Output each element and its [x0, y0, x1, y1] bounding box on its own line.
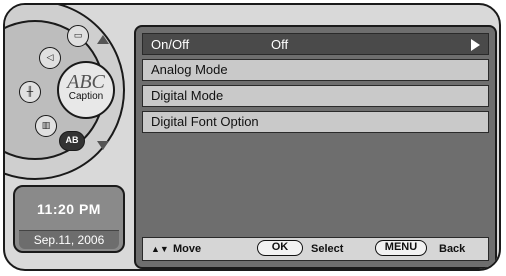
ab-badge[interactable]: AB [59, 131, 85, 151]
menu-item-digital-mode[interactable]: Digital Mode [142, 85, 489, 107]
chevron-right-icon [471, 39, 480, 51]
onoff-row[interactable]: On/Off Off [142, 33, 489, 55]
caption-knob[interactable]: ABC Caption [57, 61, 115, 119]
move-arrows-icon: ▲▼ [151, 244, 169, 254]
menu-key[interactable]: MENU [375, 240, 427, 256]
tv-osd-frame: ▭ ◁ ╫ ▥ ABC Caption AB 11:20 PM Sep.11, … [3, 3, 501, 271]
clock-time: 11:20 PM [37, 201, 101, 217]
clock-panel: 11:20 PM Sep.11, 2006 [13, 185, 125, 253]
menu-item-analog-mode[interactable]: Analog Mode [142, 59, 489, 81]
menu-icon[interactable]: ▭ [67, 25, 89, 47]
caption-abc-glyph: ABC [67, 71, 105, 93]
menu-item-digital-font-option[interactable]: Digital Font Option [142, 111, 489, 133]
picture-icon[interactable]: ▥ [35, 115, 57, 137]
menu-dial: ▭ ◁ ╫ ▥ ABC Caption AB [5, 5, 130, 180]
move-label: Move [173, 243, 202, 255]
ok-key[interactable]: OK [257, 240, 303, 256]
equalizer-icon[interactable]: ╫ [19, 81, 41, 103]
scroll-up-icon[interactable] [97, 35, 109, 44]
select-label: Select [311, 243, 344, 255]
help-bar: ▲▼ Move OK Select MENU Back [142, 237, 489, 261]
clock-date: Sep.11, 2006 [19, 230, 119, 249]
scroll-down-icon[interactable] [97, 141, 109, 150]
back-label: Back [439, 243, 466, 255]
onoff-value: Off [271, 37, 289, 52]
caption-menu-panel: On/Off Off Analog Mode Digital Mode Digi… [134, 25, 497, 269]
speaker-icon[interactable]: ◁ [39, 47, 61, 69]
onoff-label: On/Off [151, 37, 190, 52]
